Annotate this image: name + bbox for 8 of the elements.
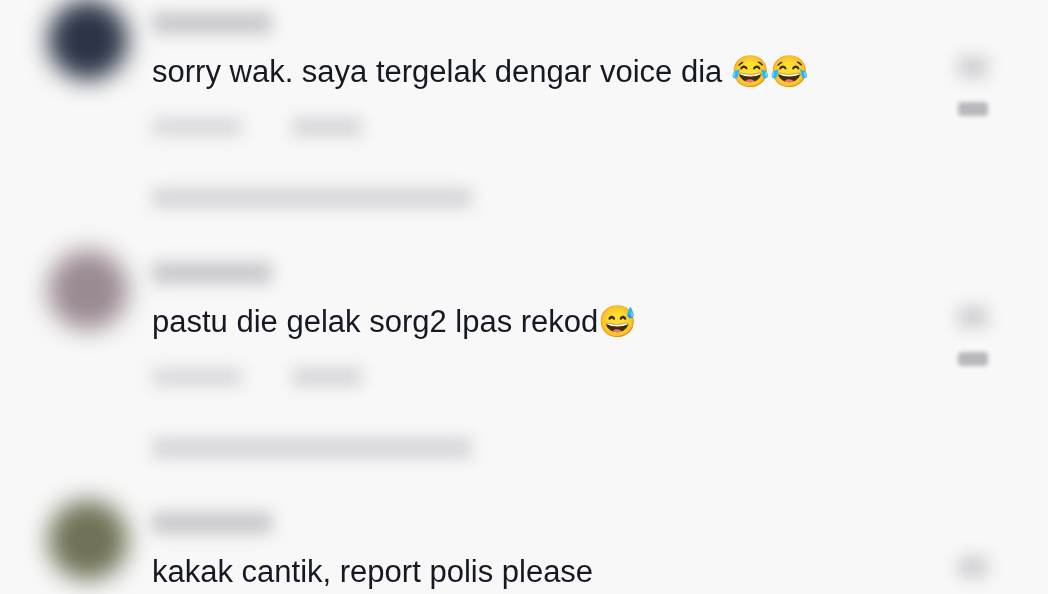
comment-text: sorry wak. saya tergelak dengar voice dia 😂😂 [152,53,810,91]
blurred-like-count [958,102,988,116]
blurred-like-icon [958,556,988,578]
comment-text: kakak cantik, report polis please [152,553,595,591]
blurred-like-icon [958,306,988,328]
blurred-like-count [958,352,988,366]
comment-text: pastu die gelak sorg2 lpas rekod😅 [152,303,639,341]
blurred-like-icon [958,56,988,78]
